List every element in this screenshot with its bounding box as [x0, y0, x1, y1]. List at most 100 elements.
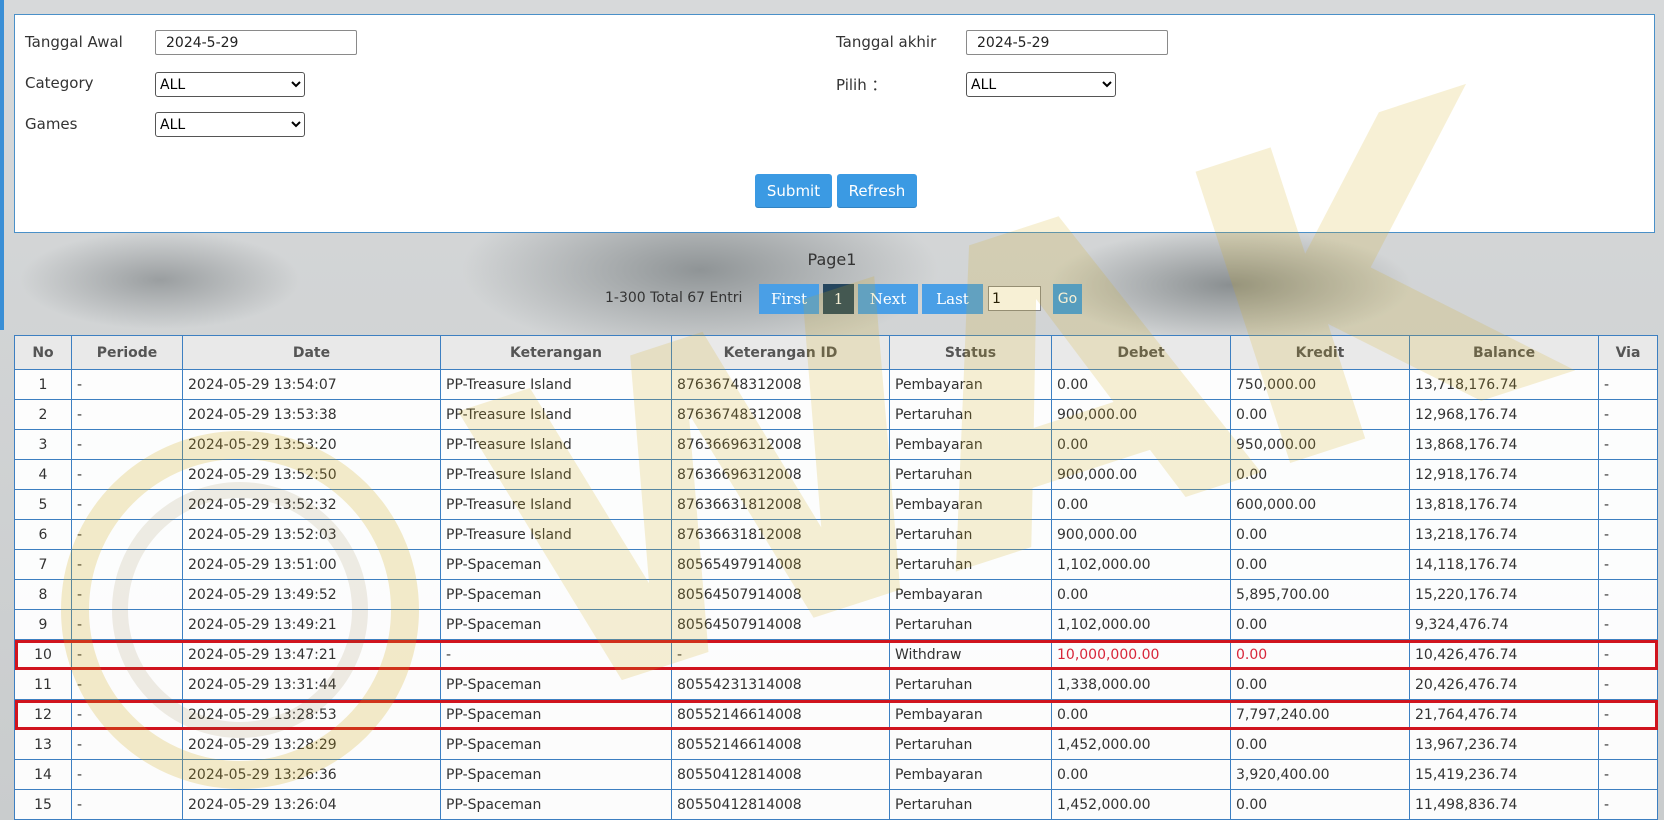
games-select[interactable]: ALL — [155, 112, 305, 137]
header-balance: Balance — [1409, 335, 1599, 370]
cell-debet: 0.00 — [1051, 369, 1231, 400]
cell-date: 2024-05-29 13:28:53 — [182, 699, 441, 730]
cell-kredit: 0.00 — [1230, 729, 1410, 760]
cell-keterangan-id: - — [671, 639, 890, 670]
table-row: 12-2024-05-29 13:28:53 PP-Spaceman 8055214… — [14, 699, 1658, 730]
choose-select[interactable]: ALL — [966, 72, 1116, 97]
submit-button[interactable]: Submit — [755, 174, 832, 208]
page-number-input[interactable] — [988, 286, 1041, 311]
cell-periode: - — [71, 519, 183, 550]
cell-keterangan-id: 87636696312008 — [671, 429, 890, 460]
cell-kredit: 0.00 — [1230, 789, 1410, 820]
cell-keterangan-id: 80552146614008 — [671, 699, 890, 730]
cell-balance: 13,218,176.74 — [1409, 519, 1599, 550]
header-periode: Periode — [71, 335, 183, 370]
cell-kredit: 750,000.00 — [1230, 369, 1410, 400]
cell-date: 2024-05-29 13:49:52 — [182, 579, 441, 610]
cell-debet: 1,452,000.00 — [1051, 729, 1231, 760]
header-date: Date — [182, 335, 441, 370]
cell-balance: 12,968,176.74 — [1409, 399, 1599, 430]
cell-debet: 0.00 — [1051, 699, 1231, 730]
cell-keterangan: PP-Spaceman — [440, 609, 672, 640]
left-accent-strip — [0, 0, 4, 330]
cell-keterangan: PP-Spaceman — [440, 699, 672, 730]
header-keterangan: Keterangan — [440, 335, 672, 370]
cell-kredit: 0.00 — [1230, 459, 1410, 490]
cell-date: 2024-05-29 13:31:44 — [182, 669, 441, 700]
cell-periode: - — [71, 459, 183, 490]
cell-no: 2 — [14, 399, 72, 430]
cell-periode: - — [71, 579, 183, 610]
cell-debet: 0.00 — [1051, 759, 1231, 790]
category-select[interactable]: ALL — [155, 72, 305, 97]
go-button[interactable]: Go — [1053, 284, 1082, 314]
cell-balance: 13,967,236.74 — [1409, 729, 1599, 760]
cell-keterangan-id: 80552146614008 — [671, 729, 890, 760]
cell-keterangan: PP-Treasure Island — [440, 369, 672, 400]
cell-no: 7 — [14, 549, 72, 580]
cell-balance: 13,718,176.74 — [1409, 369, 1599, 400]
cell-keterangan: PP-Spaceman — [440, 579, 672, 610]
cell-keterangan: PP-Treasure Island — [440, 519, 672, 550]
cell-periode: - — [71, 729, 183, 760]
cell-balance: 20,426,476.74 — [1409, 669, 1599, 700]
cell-date: 2024-05-29 13:52:32 — [182, 489, 441, 520]
cell-via: - — [1598, 369, 1658, 400]
start-date-input[interactable] — [155, 30, 357, 55]
cell-status: Pembayaran — [889, 429, 1052, 460]
first-page-button[interactable]: First — [759, 284, 819, 314]
cell-debet: 10,000,000.00 — [1051, 639, 1231, 670]
cell-via: - — [1598, 699, 1658, 730]
cell-balance: 10,426,476.74 — [1409, 639, 1599, 670]
cell-no: 14 — [14, 759, 72, 790]
cell-status: Pertaruhan — [889, 729, 1052, 760]
cell-kredit: 0.00 — [1230, 639, 1410, 670]
cell-kredit: 0.00 — [1230, 519, 1410, 550]
refresh-button[interactable]: Refresh — [837, 174, 917, 208]
end-date-label: Tanggal akhir — [836, 33, 937, 51]
table-row: 2-2024-05-29 13:53:38 PP-Treasure Island 8… — [14, 399, 1658, 430]
cell-status: Pembayaran — [889, 699, 1052, 730]
cell-keterangan: PP-Spaceman — [440, 669, 672, 700]
end-date-input[interactable] — [966, 30, 1168, 55]
cell-keterangan: PP-Spaceman — [440, 729, 672, 760]
cell-status: Pembayaran — [889, 489, 1052, 520]
cell-via: - — [1598, 459, 1658, 490]
cell-keterangan-id: 87636696312008 — [671, 459, 890, 490]
cell-no: 3 — [14, 429, 72, 460]
cell-debet: 1,452,000.00 — [1051, 789, 1231, 820]
cell-keterangan: PP-Spaceman — [440, 549, 672, 580]
cell-via: - — [1598, 399, 1658, 430]
cell-status: Pembayaran — [889, 579, 1052, 610]
header-status: Status — [889, 335, 1052, 370]
cell-balance: 12,918,176.74 — [1409, 459, 1599, 490]
cell-status: Pertaruhan — [889, 549, 1052, 580]
cell-kredit: 600,000.00 — [1230, 489, 1410, 520]
header-kredit: Kredit — [1230, 335, 1410, 370]
cell-keterangan-id: 87636748312008 — [671, 399, 890, 430]
cell-no: 6 — [14, 519, 72, 550]
cell-keterangan: - — [440, 639, 672, 670]
cell-debet: 0.00 — [1051, 429, 1231, 460]
cell-keterangan-id: 80550412814008 — [671, 789, 890, 820]
cell-debet: 1,338,000.00 — [1051, 669, 1231, 700]
cell-no: 15 — [14, 789, 72, 820]
next-page-button[interactable]: Next — [858, 284, 918, 314]
cell-keterangan-id: 80554231314008 — [671, 669, 890, 700]
cell-status: Pertaruhan — [889, 609, 1052, 640]
table-row: 9-2024-05-29 13:49:21 PP-Spaceman 80564507… — [14, 609, 1658, 640]
cell-periode: - — [71, 699, 183, 730]
cell-no: 13 — [14, 729, 72, 760]
last-page-button[interactable]: Last — [922, 284, 983, 314]
table-row: 8-2024-05-29 13:49:52 PP-Spaceman 80564507… — [14, 579, 1658, 610]
cell-date: 2024-05-29 13:52:03 — [182, 519, 441, 550]
cell-keterangan: PP-Treasure Island — [440, 429, 672, 460]
current-page-button[interactable]: 1 — [823, 284, 854, 314]
cell-via: - — [1598, 519, 1658, 550]
cell-periode: - — [71, 639, 183, 670]
cell-no: 1 — [14, 369, 72, 400]
cell-balance: 15,220,176.74 — [1409, 579, 1599, 610]
filter-panel: Tanggal Awal Tanggal akhir Category ALL … — [14, 14, 1655, 233]
cell-periode: - — [71, 789, 183, 820]
cell-no: 5 — [14, 489, 72, 520]
